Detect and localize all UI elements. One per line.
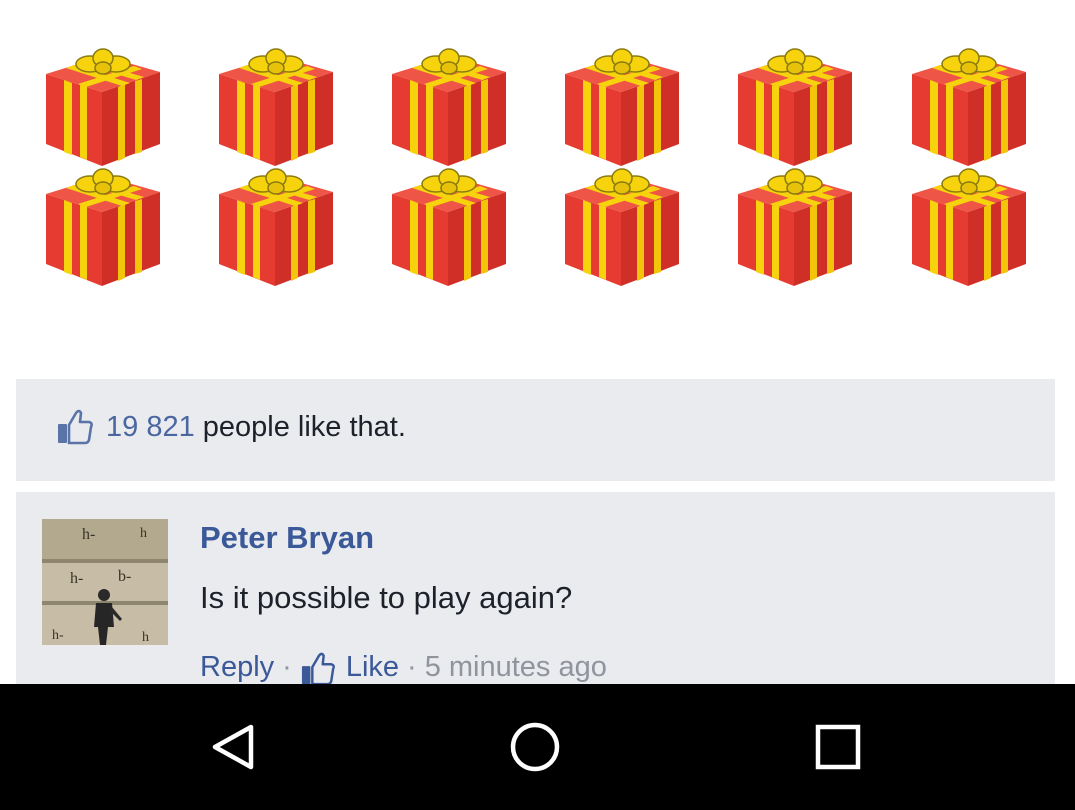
separator: · [282, 650, 292, 683]
svg-text:h: h [140, 526, 147, 541]
thumbs-up-icon [58, 409, 93, 445]
gift-box-icon [384, 164, 514, 289]
separator: · [407, 650, 417, 683]
gift-box-icon [904, 44, 1034, 169]
gift-box-icon [38, 164, 168, 289]
gift-box-icon [730, 44, 860, 169]
svg-text:h: h [142, 630, 149, 645]
system-navigation-bar [0, 684, 1075, 810]
gift-grid [0, 0, 1075, 330]
comment: h- h h- b- h- h Peter Bryan Is it possib… [16, 492, 1055, 684]
avatar[interactable]: h- h h- b- h- h [42, 519, 168, 645]
gift-box-icon [557, 44, 687, 169]
gift-box-icon [557, 164, 687, 289]
like-link[interactable]: Like [346, 651, 399, 684]
svg-text:b-: b- [118, 568, 131, 585]
back-triangle-icon[interactable] [205, 719, 261, 775]
gift-box-icon [211, 44, 341, 169]
likes-count[interactable]: 19 821 [106, 411, 195, 443]
gift-box-icon [38, 44, 168, 169]
likes-suffix: people like that. [202, 411, 406, 443]
gift-box-icon [384, 44, 514, 169]
recents-square-icon[interactable] [810, 719, 866, 775]
likes-summary[interactable]: 19 821 people like that. [16, 379, 1055, 481]
likes-text: 19 821 people like that. [106, 405, 406, 449]
svg-text:h-: h- [70, 570, 83, 587]
gift-box-icon [211, 164, 341, 289]
comment-author[interactable]: Peter Bryan [200, 520, 374, 556]
like-thumb-icon[interactable] [300, 652, 336, 684]
home-circle-icon[interactable] [507, 719, 563, 775]
gift-box-icon [904, 164, 1034, 289]
comment-timestamp: 5 minutes ago [424, 650, 607, 683]
gift-box-icon [730, 164, 860, 289]
profile-photo: h- h h- b- h- h [42, 519, 168, 645]
svg-text:h-: h- [52, 628, 64, 643]
comment-text: Is it possible to play again? [200, 580, 573, 615]
comment-actions: Reply · Like · 5 minutes ago [200, 650, 607, 684]
reply-link[interactable]: Reply [200, 651, 274, 684]
svg-text:h-: h- [82, 526, 95, 543]
